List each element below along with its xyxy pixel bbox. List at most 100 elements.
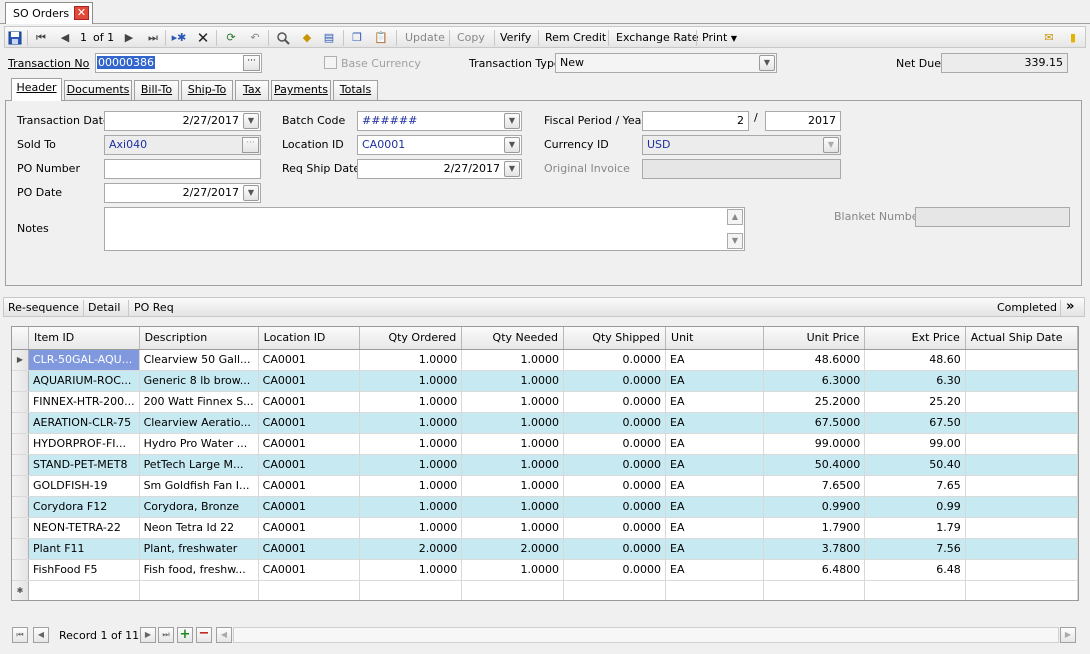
first-record-icon[interactable]: ⏮ — [33, 30, 49, 45]
new-row-cell[interactable] — [28, 580, 140, 600]
grid-cell-actual-ship-date[interactable] — [965, 454, 1078, 476]
grid-cell-location-id[interactable]: CA0001 — [258, 496, 361, 518]
table-row[interactable]: AERATION-CLR-75 Clearview Aeratio... CA000… — [12, 412, 1078, 434]
grid-cell-unit-price[interactable]: 6.4800 — [763, 559, 866, 581]
next-record-icon[interactable]: ▶ — [140, 627, 156, 643]
grid-cell-ext-price[interactable]: 67.50 — [864, 412, 966, 434]
previous-record-icon[interactable]: ◀ — [57, 30, 73, 45]
row-selector[interactable] — [12, 538, 29, 560]
grid-cell-qty-ordered[interactable]: 2.0000 — [359, 538, 463, 560]
tab-ship-to[interactable]: Ship-To — [181, 80, 233, 100]
grid-cell-unit[interactable]: EA — [665, 538, 765, 560]
grid-cell-unit[interactable]: EA — [665, 475, 765, 497]
grid-cell-location-id[interactable]: CA0001 — [258, 391, 361, 413]
resequence-button[interactable]: Re-sequence — [8, 301, 79, 314]
table-row[interactable]: ▶ CLR-50GAL-AQU... Clearview 50 Gall... CA0… — [12, 349, 1078, 371]
grid-cell-qty-needed[interactable]: 1.0000 — [461, 370, 565, 392]
new-row-cell[interactable] — [563, 580, 667, 600]
sold-to-field[interactable]: Axi040 ··· — [104, 135, 261, 155]
grid-cell-unit[interactable]: EA — [665, 412, 765, 434]
grid-cell-unit[interactable]: EA — [665, 391, 765, 413]
grid-cell-qty-needed[interactable]: 1.0000 — [461, 496, 565, 518]
grid-cell-location-id[interactable]: CA0001 — [258, 454, 361, 476]
grid-cell-ext-price[interactable]: 99.00 — [864, 433, 966, 455]
expand-chevron-icon[interactable]: » — [1066, 299, 1074, 314]
grid-cell-unit[interactable]: EA — [665, 454, 765, 476]
column-header-description[interactable]: Description — [139, 327, 259, 350]
grid-cell-qty-ordered[interactable]: 1.0000 — [359, 496, 463, 518]
grid-cell-location-id[interactable]: CA0001 — [258, 370, 361, 392]
verify-button[interactable]: Verify — [500, 31, 531, 44]
grid-cell-qty-needed[interactable]: 1.0000 — [461, 412, 565, 434]
location-id-select[interactable]: CA0001 ▼ — [357, 135, 522, 155]
grid-cell-unit-price[interactable]: 99.0000 — [763, 433, 866, 455]
update-button[interactable]: Update — [405, 31, 445, 44]
table-row[interactable]: GOLDFISH-19 Sm Goldfish Fan I... CA0001 1.0… — [12, 475, 1078, 497]
memo-icon[interactable]: ▤ — [321, 30, 337, 45]
tab-tax[interactable]: Tax — [235, 80, 269, 100]
grid-cell-actual-ship-date[interactable] — [965, 517, 1078, 539]
grid-cell-qty-needed[interactable]: 1.0000 — [461, 433, 565, 455]
grid-cell-qty-shipped[interactable]: 0.0000 — [563, 412, 667, 434]
next-record-icon[interactable]: ▶ — [121, 30, 137, 45]
grid-cell-actual-ship-date[interactable] — [965, 475, 1078, 497]
column-header-qty-ordered[interactable]: Qty Ordered — [359, 327, 463, 350]
grid-cell-actual-ship-date[interactable] — [965, 349, 1078, 371]
scroll-up-icon[interactable]: ▲ — [727, 209, 743, 225]
grid-cell-qty-needed[interactable]: 1.0000 — [461, 559, 565, 581]
grid-cell-ext-price[interactable]: 48.60 — [864, 349, 966, 371]
grid-cell-unit[interactable]: EA — [665, 349, 765, 371]
print-button[interactable]: Print ▼ — [702, 31, 737, 44]
grid-cell-location-id[interactable]: CA0001 — [258, 412, 361, 434]
chevron-down-icon[interactable]: ▼ — [504, 161, 520, 177]
grid-cell-item-id[interactable]: CLR-50GAL-AQU... — [28, 349, 140, 371]
grid-cell-actual-ship-date[interactable] — [965, 370, 1078, 392]
grid-cell-qty-needed[interactable]: 1.0000 — [461, 517, 565, 539]
grid-cell-qty-shipped[interactable]: 0.0000 — [563, 391, 667, 413]
grid-cell-item-id[interactable]: FINNEX-HTR-200... — [28, 391, 140, 413]
grid-cell-unit[interactable]: EA — [665, 370, 765, 392]
grid-cell-unit-price[interactable]: 25.2000 — [763, 391, 866, 413]
new-row-cell[interactable] — [258, 580, 361, 600]
grid-cell-location-id[interactable]: CA0001 — [258, 538, 361, 560]
grid-cell-qty-ordered[interactable]: 1.0000 — [359, 349, 463, 371]
grid-cell-qty-needed[interactable]: 1.0000 — [461, 454, 565, 476]
table-row[interactable]: HYDORPROF-FI... Hydro Pro Water ... CA0001… — [12, 433, 1078, 455]
new-row-cell[interactable] — [461, 580, 565, 600]
grid-cell-unit[interactable]: EA — [665, 433, 765, 455]
last-record-icon[interactable]: ⏭ — [145, 30, 161, 45]
grid-cell-qty-needed[interactable]: 1.0000 — [461, 391, 565, 413]
previous-record-icon[interactable]: ◀ — [33, 627, 49, 643]
undo-icon[interactable]: ↶ — [247, 30, 263, 45]
new-row[interactable]: ✱ — [12, 580, 1078, 600]
grid-cell-qty-shipped[interactable]: 0.0000 — [563, 475, 667, 497]
grid-cell-ext-price[interactable]: 7.65 — [864, 475, 966, 497]
grid-cell-unit-price[interactable]: 6.3000 — [763, 370, 866, 392]
last-record-icon[interactable]: ⏭ — [158, 627, 174, 643]
table-row[interactable]: AQUARIUM-ROC... Generic 8 lb brow... CA000… — [12, 370, 1078, 392]
grid-cell-qty-ordered[interactable]: 1.0000 — [359, 370, 463, 392]
table-row[interactable]: Plant F11 Plant, freshwater CA0001 2.0000 2.… — [12, 538, 1078, 560]
grid-cell-description[interactable]: Clearview Aeratio... — [139, 412, 259, 434]
column-header-item-id[interactable]: Item ID — [28, 327, 140, 350]
grid-cell-unit[interactable]: EA — [665, 517, 765, 539]
column-header-unit-price[interactable]: Unit Price — [763, 327, 866, 350]
page-current[interactable]: 1 — [80, 31, 87, 44]
tab-bill-to[interactable]: Bill-To — [134, 80, 179, 100]
grid-cell-qty-needed[interactable]: 1.0000 — [461, 475, 565, 497]
transaction-type-select[interactable]: New ▼ — [555, 53, 777, 73]
grid-cell-qty-shipped[interactable]: 0.0000 — [563, 559, 667, 581]
tab-totals[interactable]: Totals — [333, 80, 378, 100]
grid-cell-description[interactable]: Plant, freshwater — [139, 538, 259, 560]
grid-cell-location-id[interactable]: CA0001 — [258, 559, 361, 581]
new-record-icon[interactable]: ▸✱ — [171, 30, 187, 45]
grid-cell-item-id[interactable]: STAND-PET-MET8 — [28, 454, 140, 476]
grid-cell-qty-ordered[interactable]: 1.0000 — [359, 559, 463, 581]
grid-cell-qty-ordered[interactable]: 1.0000 — [359, 412, 463, 434]
notes-icon[interactable]: ✉ — [1041, 30, 1057, 45]
document-tab-so-orders[interactable]: SO Orders ✕ — [5, 2, 93, 24]
grid-cell-qty-shipped[interactable]: 0.0000 — [563, 454, 667, 476]
grid-cell-qty-ordered[interactable]: 1.0000 — [359, 391, 463, 413]
grid-cell-actual-ship-date[interactable] — [965, 559, 1078, 581]
tab-documents[interactable]: Documents — [64, 80, 132, 100]
